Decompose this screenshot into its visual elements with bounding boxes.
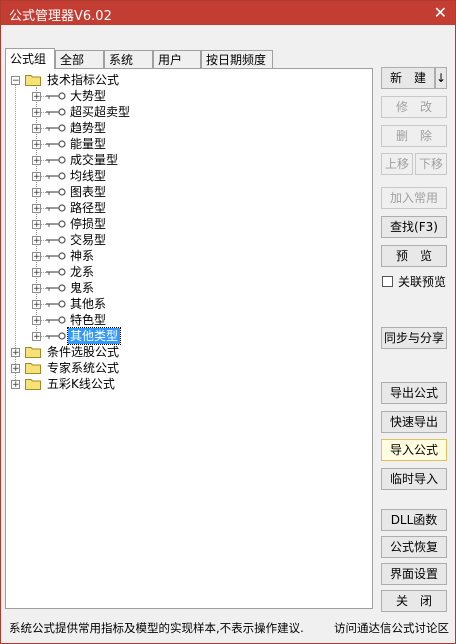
import-formula-button[interactable]: 导入公式: [381, 439, 447, 461]
formula-key-icon: [46, 252, 66, 260]
expand-icon[interactable]: +: [32, 204, 41, 214]
formula-key-icon: [46, 316, 66, 324]
title-bar[interactable]: 公式管理器V6.02 ✕: [1, 1, 455, 25]
tab-by-date-frequency[interactable]: 按日期频度: [201, 50, 273, 68]
close-button[interactable]: 关 闭: [381, 590, 447, 612]
tab-formula-group[interactable]: 公式组: [5, 48, 55, 69]
expand-icon[interactable]: +: [32, 156, 41, 166]
expand-icon[interactable]: +: [32, 316, 41, 326]
tree-item-label: 交易型: [70, 233, 107, 247]
formula-key-icon: [46, 140, 66, 148]
expand-icon[interactable]: +: [32, 300, 41, 310]
formula-key-icon: [46, 92, 66, 100]
formula-key-icon: [46, 156, 66, 164]
tab-system[interactable]: 系统: [104, 50, 153, 68]
tree-item-label: 图表型: [70, 185, 107, 199]
ui-settings-button[interactable]: 界面设置: [381, 563, 447, 585]
tree-item-label: 神系: [70, 249, 95, 263]
tree-item-label: 能量型: [70, 137, 107, 151]
tree-item-label: 成交量型: [70, 153, 119, 167]
folder-icon: [25, 75, 41, 86]
expand-icon[interactable]: +: [32, 252, 41, 262]
status-text: 系统公式提供常用指标及模型的实现样本,不表示操作建议.: [9, 621, 304, 635]
preview-button[interactable]: 预 览: [381, 245, 447, 267]
expand-icon[interactable]: +: [32, 284, 41, 294]
tree-group-label: 技术指标公式: [47, 73, 120, 87]
edit-button[interactable]: 修 改: [381, 96, 447, 118]
expand-icon[interactable]: +: [11, 364, 20, 374]
formula-key-icon: [46, 236, 66, 244]
tree-group-label: 专家系统公式: [47, 361, 120, 375]
formula-key-icon: [46, 332, 66, 340]
tree-item-label: 均线型: [70, 169, 107, 183]
expand-icon[interactable]: +: [32, 140, 41, 150]
tree-item-label: 龙系: [70, 265, 95, 279]
expand-icon[interactable]: +: [32, 332, 41, 342]
new-button[interactable]: 新 建: [381, 67, 435, 89]
expand-icon[interactable]: +: [32, 188, 41, 198]
quick-export-button[interactable]: 快速导出: [381, 411, 447, 433]
tree-item-label: 其他系: [70, 297, 107, 311]
formula-key-icon: [46, 300, 66, 308]
tree-item-label: 其他类型: [66, 327, 122, 345]
window-title: 公式管理器V6.02: [9, 9, 112, 24]
dll-function-button[interactable]: DLL函数: [381, 509, 447, 531]
expand-icon[interactable]: +: [32, 172, 41, 182]
formula-manager-window: 公式管理器V6.02 ✕ 公式组 全部 系统 用户 按日期频度 − 技术指标公式…: [0, 0, 456, 644]
expand-icon[interactable]: +: [32, 108, 41, 118]
tree-item-label: 趋势型: [70, 121, 107, 135]
expand-icon[interactable]: +: [32, 236, 41, 246]
formula-key-icon: [46, 220, 66, 228]
formula-key-icon: [46, 124, 66, 132]
export-formula-button[interactable]: 导出公式: [381, 382, 447, 404]
expand-icon[interactable]: +: [11, 380, 20, 390]
formula-restore-button[interactable]: 公式恢复: [381, 536, 447, 558]
formula-key-icon: [46, 108, 66, 116]
tab-all[interactable]: 全部: [55, 50, 104, 68]
formula-key-icon: [46, 268, 66, 276]
expand-icon[interactable]: +: [32, 220, 41, 230]
tree-item-label: 鬼系: [70, 281, 95, 295]
tree-item-label: 路径型: [70, 201, 107, 215]
tree-group-label: 五彩K线公式: [47, 377, 115, 391]
tree-item-label: 大势型: [70, 89, 107, 103]
tree-item-label: 超买超卖型: [70, 105, 131, 119]
formula-key-icon: [46, 204, 66, 212]
add-common-button[interactable]: 加入常用: [381, 187, 447, 209]
status-bar: 系统公式提供常用指标及模型的实现样本,不表示操作建议. 访问通达信公式讨论区: [9, 620, 449, 636]
forum-link[interactable]: 访问通达信公式讨论区: [334, 620, 449, 636]
folder-icon: [25, 363, 41, 374]
new-dropdown-button[interactable]: ↓: [435, 67, 447, 89]
tree-item-label: 特色型: [70, 313, 107, 327]
tree-item-label: 停损型: [70, 217, 107, 231]
expand-icon[interactable]: +: [32, 92, 41, 102]
formula-key-icon: [46, 172, 66, 180]
expand-icon[interactable]: +: [32, 268, 41, 278]
tree-group-label: 条件选股公式: [47, 345, 120, 359]
move-down-button[interactable]: 下移: [415, 153, 447, 175]
link-preview-label: 关联预览: [398, 275, 447, 289]
folder-icon: [25, 379, 41, 390]
find-button[interactable]: 查找(F3): [381, 216, 447, 238]
tab-user[interactable]: 用户: [153, 50, 201, 68]
close-icon[interactable]: ✕: [434, 3, 447, 22]
expand-icon[interactable]: +: [11, 348, 20, 358]
expand-icon[interactable]: +: [32, 124, 41, 134]
collapse-icon[interactable]: −: [11, 76, 20, 86]
temp-import-button[interactable]: 临时导入: [381, 468, 447, 490]
folder-icon: [25, 347, 41, 358]
sync-share-button[interactable]: 同步与分享: [381, 327, 447, 349]
delete-button[interactable]: 删 除: [381, 125, 447, 147]
link-preview-checkbox[interactable]: [382, 276, 393, 287]
move-up-button[interactable]: 上移: [381, 153, 413, 175]
formula-tree[interactable]: − 技术指标公式 + 大势型 + 超买超卖型 + 趋势型 + 能量型 + 成交量…: [5, 68, 373, 609]
tab-strip: 公式组 全部 系统 用户 按日期频度: [5, 48, 273, 69]
formula-key-icon: [46, 188, 66, 196]
formula-key-icon: [46, 284, 66, 292]
